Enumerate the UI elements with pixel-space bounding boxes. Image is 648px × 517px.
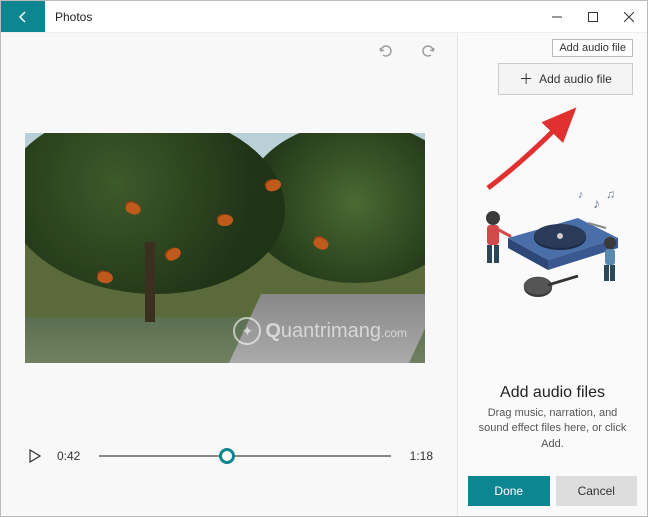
watermark: ✦ Quantrimang.com: [233, 317, 407, 345]
play-button[interactable]: [25, 446, 45, 466]
music-notes-icon: ♪ ♫ ♪: [578, 187, 615, 211]
seek-thumb[interactable]: [219, 448, 235, 464]
done-button[interactable]: Done: [468, 476, 550, 506]
maximize-button[interactable]: [575, 1, 611, 32]
panel-heading: Add audio files: [458, 384, 647, 402]
time-total: 1:18: [403, 449, 433, 463]
seek-slider[interactable]: [99, 446, 391, 466]
editor-main: ✦ Quantrimang.com 0:42 1:18: [1, 33, 457, 516]
back-button[interactable]: [1, 1, 45, 32]
undo-button[interactable]: [375, 41, 395, 61]
svg-text:♪: ♪: [593, 195, 600, 211]
video-preview[interactable]: ✦ Quantrimang.com: [25, 133, 425, 363]
turntable-icon: [508, 218, 618, 270]
add-button-label: Add audio file: [539, 72, 612, 86]
person-right-icon: [604, 237, 616, 281]
minimize-button[interactable]: [539, 1, 575, 32]
microphone-icon: [524, 276, 578, 297]
redo-button[interactable]: [419, 41, 439, 61]
app-title: Photos: [45, 1, 102, 32]
playback-controls: 0:42 1:18: [25, 446, 433, 466]
svg-text:♪: ♪: [578, 189, 584, 201]
close-button[interactable]: [611, 1, 647, 32]
panel-description: Drag music, narration, and sound effect …: [458, 402, 647, 466]
person-left-icon: [486, 211, 510, 263]
time-current: 0:42: [57, 449, 87, 463]
svg-text:♫: ♫: [606, 187, 615, 201]
tooltip: Add audio file: [552, 39, 633, 57]
titlebar: Photos: [1, 1, 647, 33]
plus-icon: ＋: [519, 69, 533, 89]
add-audio-file-button[interactable]: ＋ Add audio file: [498, 63, 633, 95]
cancel-button[interactable]: Cancel: [556, 476, 638, 506]
audio-side-panel: Add audio file ＋ Add audio file: [457, 33, 647, 516]
